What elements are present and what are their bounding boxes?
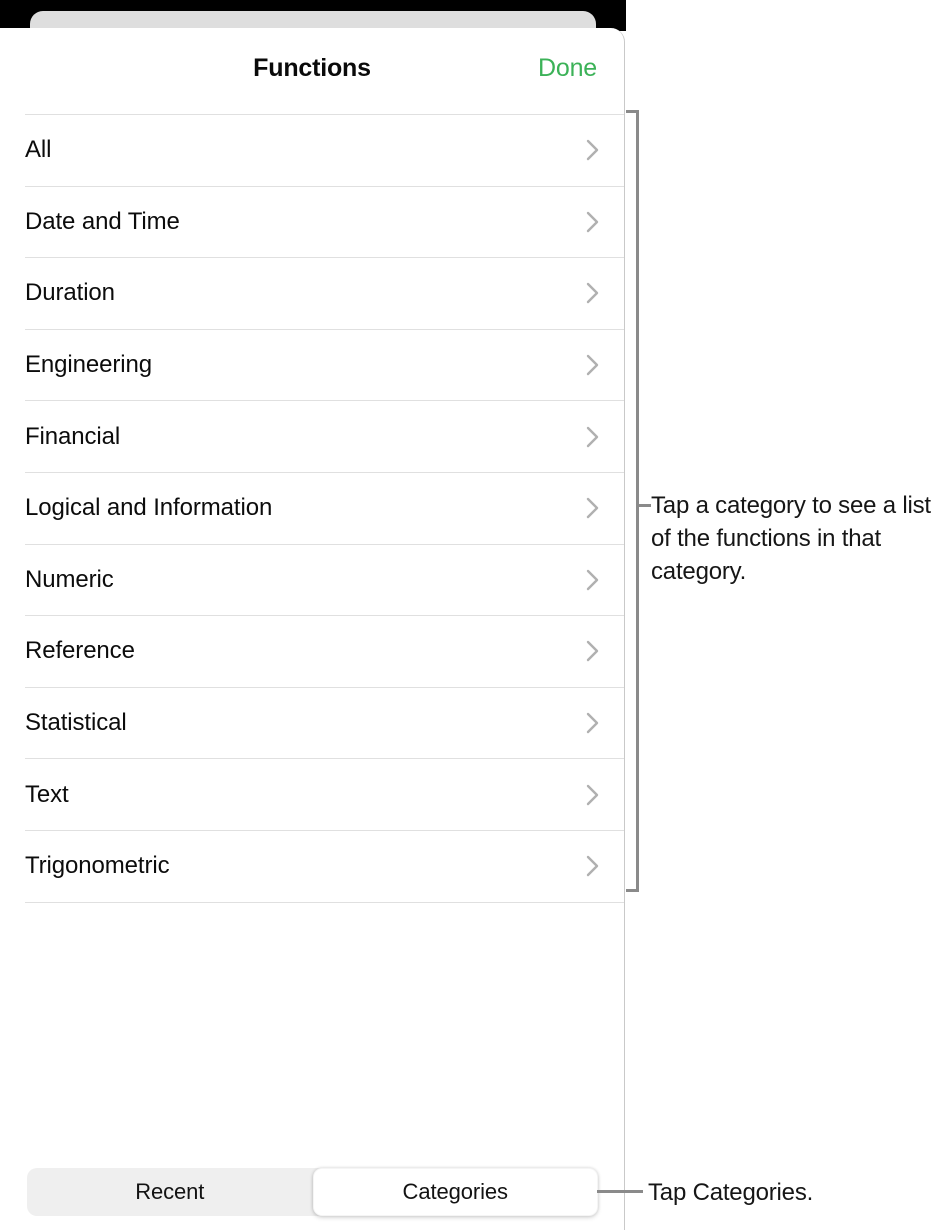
- bracket-bottom-tick: [626, 889, 639, 892]
- list-item-label: Text: [25, 780, 69, 808]
- segment-recent[interactable]: Recent: [27, 1168, 313, 1216]
- functions-popover-panel: Functions Done All Date and Time Duratio…: [0, 28, 625, 1230]
- callout-text-categories: Tap Categories.: [648, 1179, 814, 1206]
- list-item-label: Statistical: [25, 709, 127, 737]
- chevron-right-icon: [585, 710, 601, 736]
- list-item-label: Numeric: [25, 565, 114, 593]
- chevron-right-icon: [585, 424, 601, 450]
- list-item-date-and-time[interactable]: Date and Time: [25, 185, 624, 258]
- list-item-text[interactable]: Text: [25, 758, 624, 830]
- list-item-logical-and-information[interactable]: Logical and Information: [25, 471, 624, 544]
- chevron-right-icon: [585, 209, 601, 235]
- list-callout-bracket: [626, 110, 651, 892]
- popover-header: Functions Done: [0, 28, 624, 114]
- list-item-label: Trigonometric: [25, 852, 170, 880]
- bracket-vertical-line: [636, 110, 639, 892]
- category-list: All Date and Time Duration Engineering F…: [0, 114, 624, 903]
- done-button[interactable]: Done: [538, 54, 597, 83]
- list-item-financial[interactable]: Financial: [25, 400, 624, 472]
- list-item-label: Date and Time: [25, 207, 180, 235]
- list-item-label: All: [25, 136, 52, 164]
- list-item-label: Financial: [25, 422, 121, 450]
- page-title: Functions: [253, 54, 371, 82]
- chevron-right-icon: [585, 638, 601, 664]
- chevron-right-icon: [585, 567, 601, 593]
- segment-categories[interactable]: Categories: [312, 1168, 598, 1216]
- bracket-top-tick: [626, 110, 639, 113]
- list-item-label: Logical and Information: [25, 494, 273, 522]
- list-item-trigonometric[interactable]: Trigonometric: [25, 829, 624, 902]
- list-item-label: Duration: [25, 279, 115, 307]
- bracket-leader-line: [639, 504, 651, 507]
- callout-text-list: Tap a category to see a list of the func…: [651, 492, 931, 585]
- list-bottom-separator: [25, 901, 624, 903]
- chevron-right-icon: [585, 137, 601, 163]
- chevron-right-icon: [585, 853, 601, 879]
- categories-leader-line: [597, 1190, 643, 1193]
- list-item-duration[interactable]: Duration: [25, 257, 624, 329]
- list-item-label: Engineering: [25, 351, 152, 379]
- list-item-numeric[interactable]: Numeric: [25, 543, 624, 616]
- chevron-right-icon: [585, 495, 601, 521]
- list-item-all[interactable]: All: [25, 114, 624, 186]
- chevron-right-icon: [585, 782, 601, 808]
- list-item-label: Reference: [25, 637, 135, 665]
- device-screen-area: Functions Done All Date and Time Duratio…: [0, 0, 626, 1230]
- chevron-right-icon: [585, 280, 601, 306]
- list-item-engineering[interactable]: Engineering: [25, 328, 624, 401]
- view-mode-segmented-control[interactable]: Recent Categories: [27, 1168, 598, 1216]
- list-item-statistical[interactable]: Statistical: [25, 686, 624, 759]
- list-item-reference[interactable]: Reference: [25, 615, 624, 687]
- chevron-right-icon: [585, 352, 601, 378]
